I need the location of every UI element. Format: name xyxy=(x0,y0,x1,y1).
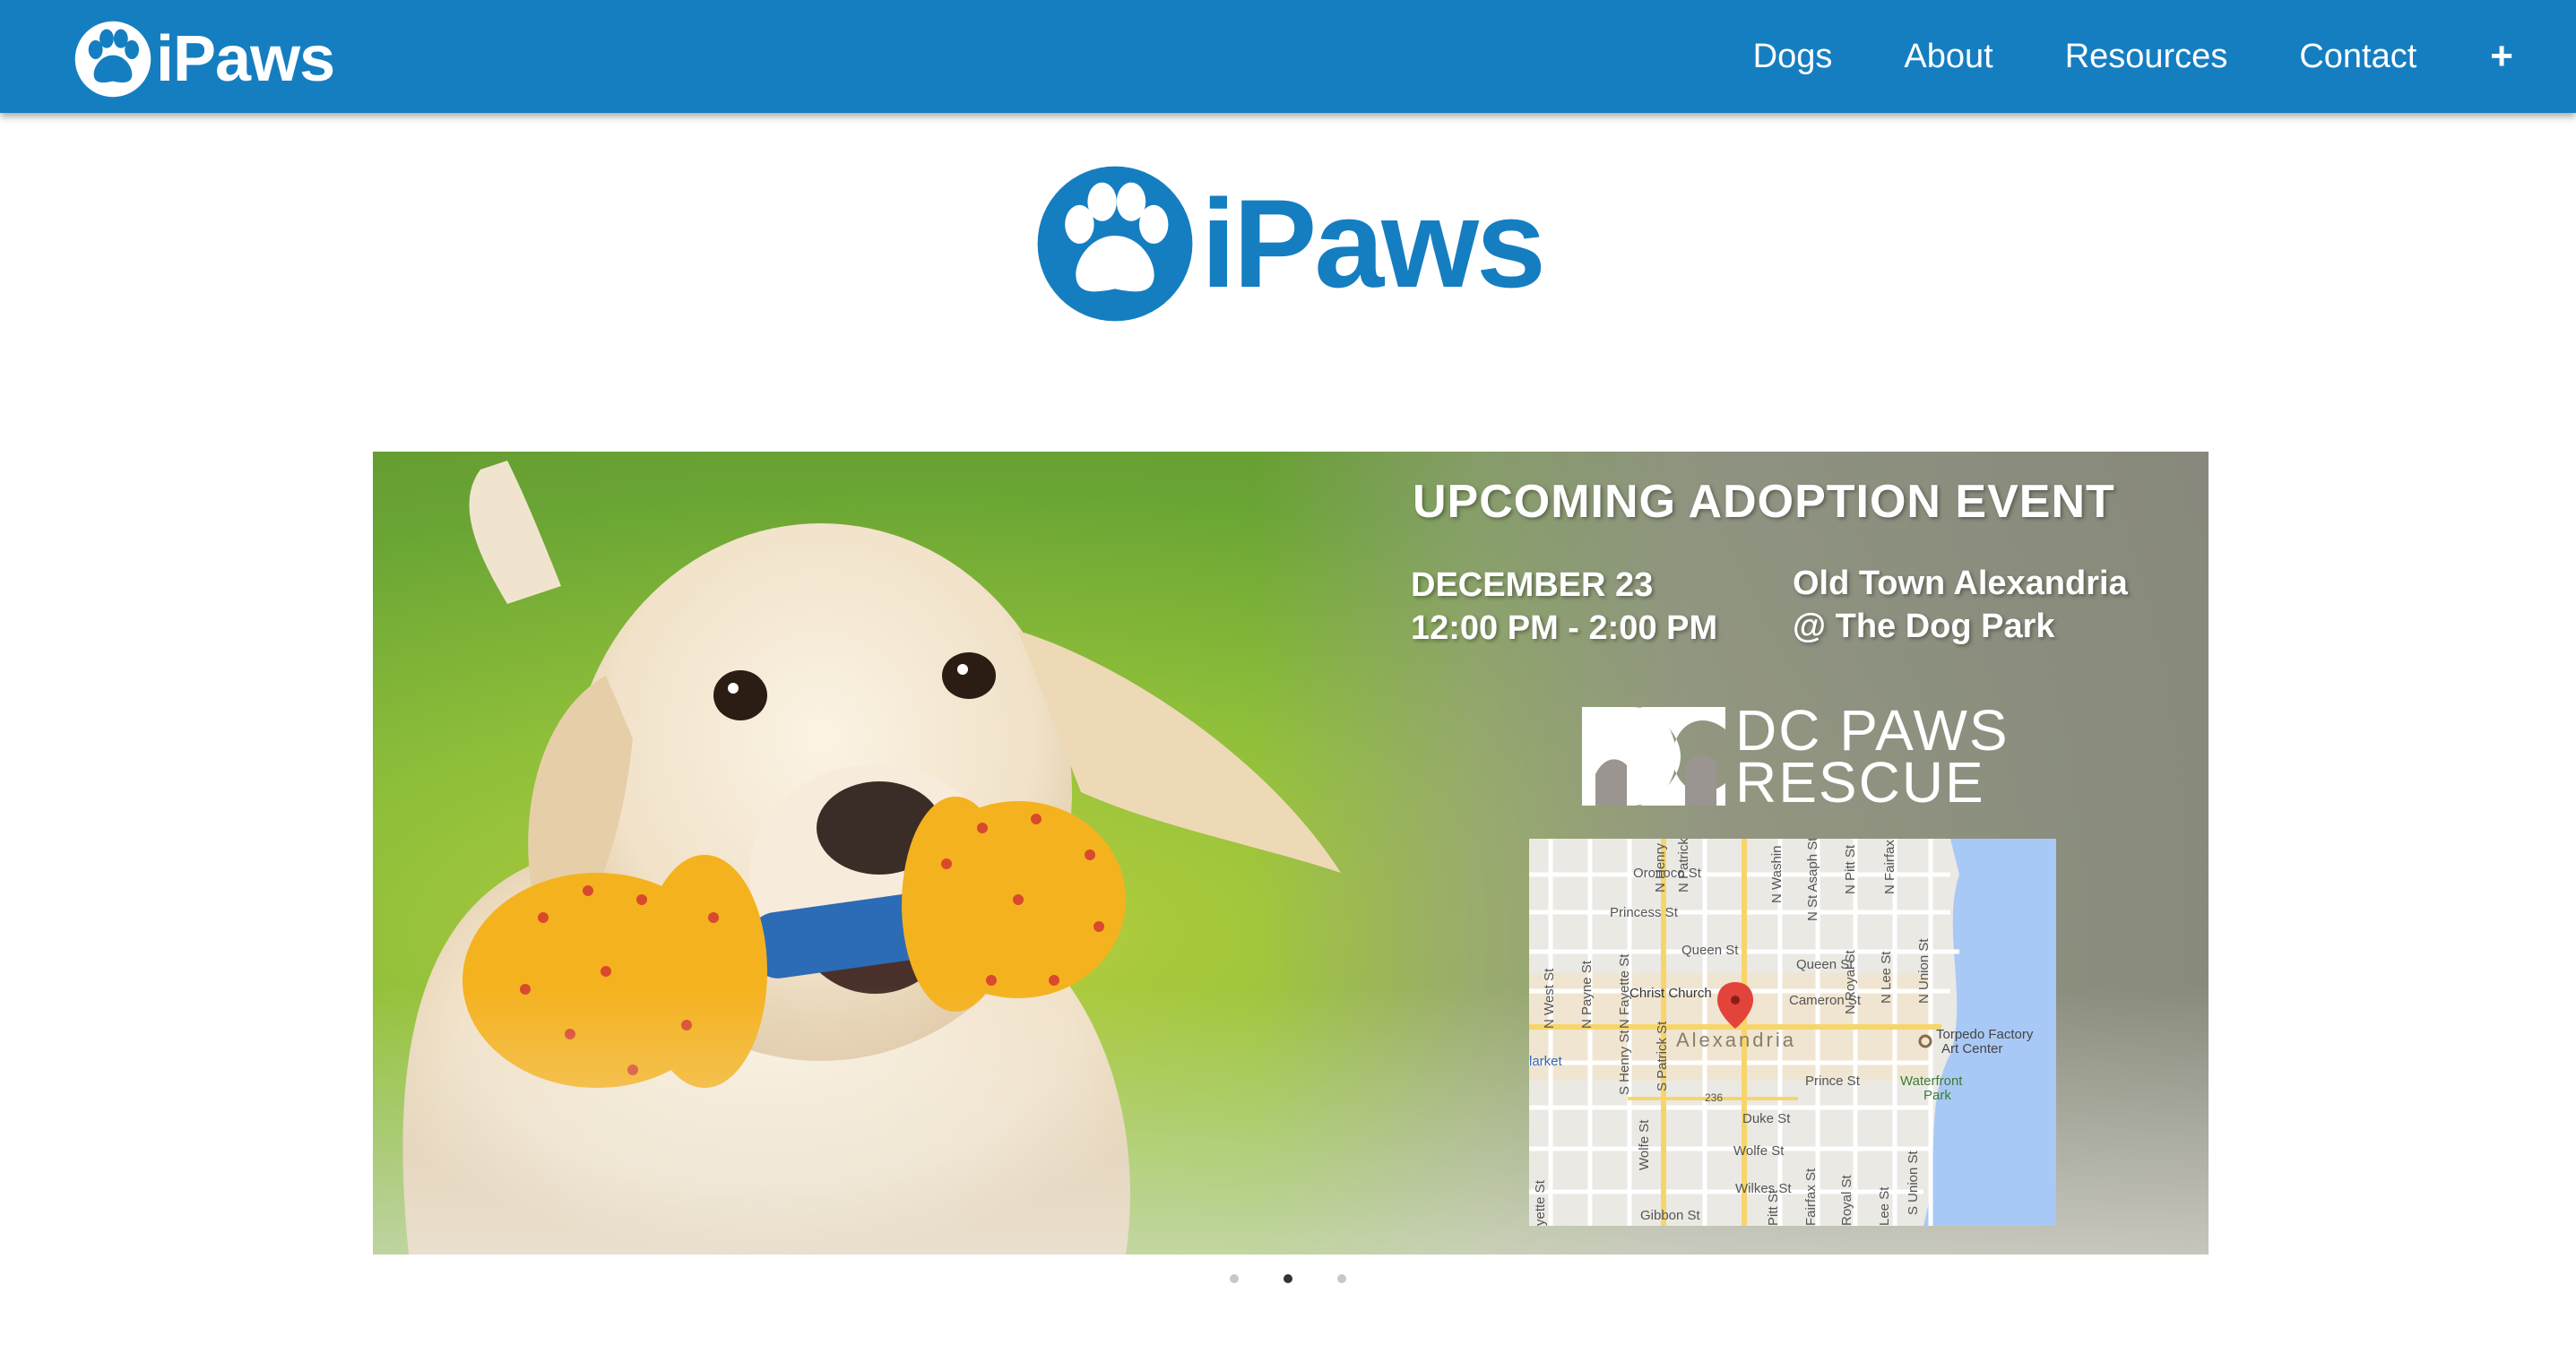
map-label-s-patrick: S Patrick St xyxy=(1655,1021,1670,1091)
rescue-name-line1: DC PAWS xyxy=(1735,698,2010,763)
map-label-s-henry: S Henry St xyxy=(1617,1030,1632,1095)
map-label-wolfe-st: Wolfe St xyxy=(1637,1119,1652,1170)
carousel-indicators xyxy=(1230,1274,1391,1283)
map-label-s-royal: Royal St xyxy=(1839,1175,1854,1226)
map-label-s-fairfax: Fairfax St xyxy=(1803,1168,1819,1226)
map-label-wolfe: Wolfe St xyxy=(1733,1143,1785,1159)
carousel-dot-3[interactable] xyxy=(1337,1274,1346,1283)
map-label-n-union: N Union St xyxy=(1916,938,1932,1004)
nav-link-dogs[interactable]: Dogs xyxy=(1753,38,1833,76)
event-location-map[interactable]: Oronoco St Princess St Queen St Queen St… xyxy=(1529,839,2056,1226)
map-label-n-pitt: N Pitt St xyxy=(1843,844,1858,894)
map-label-s-union: S Union St xyxy=(1906,1151,1921,1215)
map-label-duke: Duke St xyxy=(1742,1111,1791,1126)
map-label-prince: Prince St xyxy=(1805,1074,1860,1089)
event-time: 12:00 PM - 2:00 PM xyxy=(1411,609,1718,647)
map-label-route: 236 xyxy=(1705,1091,1724,1104)
map-label-torpedo-1: Torpedo Factory xyxy=(1936,1027,2034,1042)
map-label-n-st-asaph: N St Asaph St xyxy=(1805,839,1820,921)
map-label-n-lee: N Lee St xyxy=(1879,951,1894,1004)
event-place: Old Town Alexandria xyxy=(1793,565,2128,602)
rescue-name: DC PAWS RESCUE xyxy=(1735,698,2010,815)
hero-logo-text: iPaws xyxy=(1201,173,1546,314)
map-label-n-patrick: N Patrick xyxy=(1676,839,1691,892)
event-date: DECEMBER 23 xyxy=(1411,566,1654,604)
carousel-dot-2-active[interactable] xyxy=(1284,1274,1292,1283)
dc-paws-logo-icon xyxy=(1582,707,1725,806)
hero-logo: iPaws xyxy=(1034,163,1546,324)
map-label-n-royal: N Royal St xyxy=(1843,950,1858,1014)
map-label-n-fayette: N Fayette St xyxy=(1617,953,1632,1029)
nav-expand-plus-button[interactable]: + xyxy=(2490,34,2513,79)
map-label-waterfront-2: Park xyxy=(1923,1088,1951,1103)
nav-link-about[interactable]: About xyxy=(1904,38,1993,76)
map-label-n-washington: N Washin xyxy=(1769,845,1785,903)
brand-name: iPaws xyxy=(156,23,335,95)
map-label-fayette: yette St xyxy=(1533,1180,1548,1226)
map-label-torpedo-2: Art Center xyxy=(1941,1041,2003,1056)
event-venue: @ The Dog Park xyxy=(1793,608,2055,645)
map-label-n-payne: N Payne St xyxy=(1579,961,1595,1029)
map-label-alexandria: Alexandria xyxy=(1676,1029,1796,1051)
rescue-name-line2: RESCUE xyxy=(1735,750,1985,815)
nav-link-contact[interactable]: Contact xyxy=(2299,38,2416,76)
event-title: UPCOMING ADOPTION EVENT xyxy=(1413,476,2115,528)
map-label-n-west: N West St xyxy=(1542,968,1557,1029)
dc-paws-rescue-logo: DC PAWS RESCUE xyxy=(1578,698,2010,815)
map-label-princess: Princess St xyxy=(1610,905,1678,920)
map-label-christ-church: Christ Church xyxy=(1629,986,1712,1001)
map-label-n-henry: N Henry St xyxy=(1653,839,1668,892)
map-label-wilkes: Wilkes St xyxy=(1735,1181,1792,1196)
event-carousel[interactable]: UPCOMING ADOPTION EVENT DECEMBER 23 12:0… xyxy=(373,452,2209,1255)
map-label-s-pitt: Pitt St xyxy=(1766,1189,1781,1226)
map-label-n-fairfax: N Fairfax xyxy=(1882,840,1897,894)
map-label-waterfront-1: Waterfront xyxy=(1900,1074,1963,1089)
paw-icon xyxy=(74,21,151,98)
map-label-gibbon: Gibbon St xyxy=(1640,1208,1700,1223)
brand-logo-link[interactable]: iPaws xyxy=(73,20,335,99)
top-navbar: iPaws Dogs About Resources Contact + xyxy=(0,0,2576,113)
paw-icon xyxy=(1037,166,1193,322)
map-label-s-lee: Lee St xyxy=(1877,1186,1892,1226)
map-label-market: larket xyxy=(1529,1054,1562,1069)
carousel-dot-1[interactable] xyxy=(1230,1274,1239,1283)
nav-link-resources[interactable]: Resources xyxy=(2065,38,2228,76)
nav-menu: Dogs About Resources Contact + xyxy=(1681,0,2513,113)
map-label-queen-1: Queen St xyxy=(1681,943,1739,958)
